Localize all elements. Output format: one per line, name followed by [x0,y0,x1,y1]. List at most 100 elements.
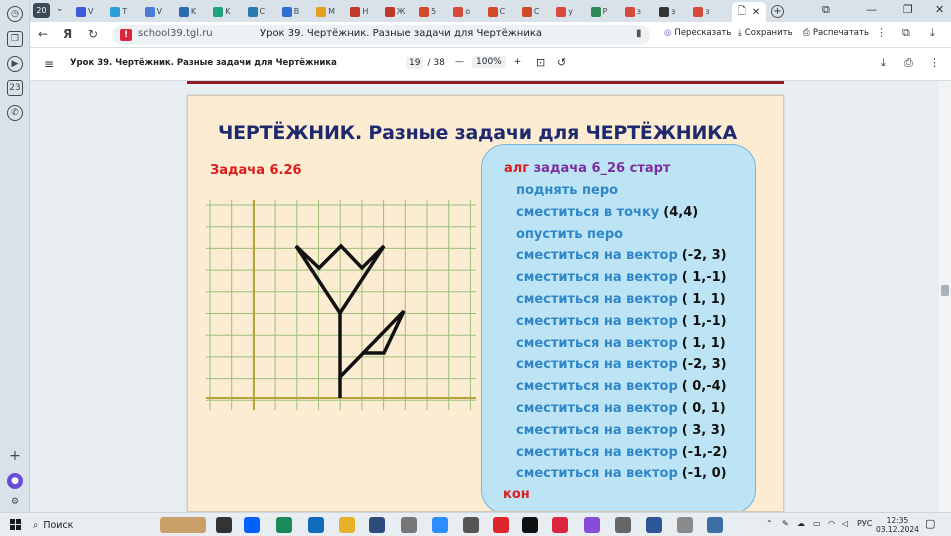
browser-tab[interactable]: B [281,4,299,19]
file-explorer-icon[interactable] [339,517,355,533]
more-icon[interactable]: ⋮ [876,26,887,39]
tray-volume-icon[interactable]: ◁ [842,519,848,528]
tray-battery-icon[interactable]: ▭ [813,519,821,528]
tray-cloud-icon[interactable]: ☁ [797,519,805,528]
code-footer: кон [503,487,530,502]
tab-label: 5 [431,7,437,16]
usb-icon[interactable] [401,517,417,533]
fit-page-icon[interactable]: ⊡ [536,56,545,69]
browser-tab[interactable]: M [316,4,335,19]
new-tab-button[interactable]: + [771,5,784,18]
code-command: сместиться на вектор [516,379,678,395]
download-manager-icon[interactable]: ⤓ [930,26,935,40]
zoom-icon[interactable] [432,517,448,533]
back-arrow-icon[interactable]: ← [38,27,48,41]
browser-tab[interactable]: С [487,4,505,19]
menu-icon[interactable]: ≡ [44,57,54,71]
dropbox-icon[interactable] [244,517,260,533]
scroll-thumb[interactable] [941,285,949,296]
alice-assistant-icon[interactable]: ● [7,473,23,489]
pdf-download-icon[interactable]: ⤓ [881,56,886,70]
window-tabs-icon[interactable]: ⧉ [822,3,830,17]
save-button[interactable]: ⤓ Сохранить [738,28,793,38]
close-tab-icon[interactable]: ✕ [752,7,760,18]
app-k-icon[interactable] [522,517,538,533]
reload-icon[interactable]: ↻ [88,27,98,41]
browser-tab[interactable]: з [624,4,641,19]
clock-app-icon[interactable] [463,517,479,533]
pdf-print-icon[interactable]: ⎙ [904,56,913,70]
browser-tab[interactable]: Ж [384,4,405,19]
zoom-value[interactable]: 100% [472,56,506,68]
warning-icon[interactable]: ! [120,29,132,41]
page-number-input[interactable]: 19 [406,57,424,69]
add-icon[interactable]: + [7,448,23,464]
browser-tab[interactable]: о [453,4,470,19]
whatsapp-icon[interactable]: ✆ [7,105,23,121]
history-icon[interactable]: ◷ [7,6,23,22]
tab-count-badge[interactable]: 20 [33,3,50,18]
tab-label: о [465,7,471,16]
tray-pen-icon[interactable]: ✎ [782,519,789,528]
yandex-icon[interactable]: Я [63,27,72,41]
restore-icon[interactable]: ❐ [903,3,913,16]
calendar-icon[interactable]: 23 [7,80,23,96]
scrollbar[interactable] [939,81,951,512]
code-command: поднять перо [516,183,619,198]
browser-tab[interactable]: H [350,4,368,19]
bookmark-icon[interactable]: ▮ [636,28,642,39]
code-command: сместиться на вектор [516,422,678,438]
windows-start-icon[interactable] [10,519,21,530]
taskbar-widget-image[interactable] [160,517,206,533]
browser-tab[interactable]: С [521,4,539,19]
taskbar-search[interactable]: ⌕ Поиск [33,516,157,534]
outlook-icon[interactable] [308,517,324,533]
language-indicator[interactable]: РУС [857,519,872,528]
tray-chevron-icon[interactable]: ⌃ [766,519,773,528]
close-window-icon[interactable]: ✕ [935,3,944,16]
code-command: сместиться на вектор [516,270,678,286]
app-blue-icon[interactable] [707,517,723,533]
notifications-icon[interactable]: ▢ [925,517,935,530]
yandex-browser-icon[interactable] [493,517,509,533]
browser-tab[interactable]: Р [590,4,607,19]
zoom-in-icon[interactable]: + [514,57,522,67]
tray-wifi-icon[interactable]: ◠ [828,519,835,528]
print-button[interactable]: ⎙ Распечатать [803,28,869,38]
media-play-icon[interactable]: ▶ [7,56,23,72]
app-b-icon[interactable] [369,517,385,533]
edge-icon[interactable] [276,517,292,533]
browser-tab[interactable]: 5 [419,4,436,19]
zoom-out-icon[interactable]: — [455,57,464,67]
browser-tab[interactable]: з [693,4,710,19]
pdf-more-icon[interactable]: ⋮ [929,56,940,69]
messenger-icon[interactable] [584,517,600,533]
settings-icon[interactable]: ⚙ [7,494,23,510]
chevron-down-icon[interactable]: ⌄ [56,4,64,14]
app-e-icon[interactable] [552,517,568,533]
page-indicator: 19 / 38 [406,57,445,69]
calculator-icon[interactable] [615,517,631,533]
browser-tab[interactable]: з [659,4,675,19]
browser-tab[interactable]: K [178,4,196,19]
minimize-icon[interactable]: — [866,3,877,16]
code-argument: ( 1, 1) [681,335,726,351]
browser-tab[interactable]: K [213,4,230,19]
browser-tab[interactable]: T [110,4,127,19]
browser-tab[interactable]: V [144,4,162,19]
tab-active[interactable]: 🗋 ✕ [732,2,766,22]
browser-tab[interactable]: у [556,4,573,19]
code-line: сместиться на вектор( 0, 1) [516,400,726,417]
rotate-icon[interactable]: ↺ [557,56,566,69]
pen-tool-icon[interactable] [677,517,693,533]
extensions-icon[interactable]: ⧉ [902,26,910,40]
tab-label: з [705,7,710,16]
browser-tab[interactable]: C [247,4,265,19]
task-view-icon[interactable] [216,517,232,533]
browser-tab[interactable]: V [76,4,93,19]
word-icon[interactable] [646,517,662,533]
url-box[interactable]: ! school39.tgl.ru Урок 39. Чертёжник. Ра… [112,25,650,45]
collections-icon[interactable]: ❐ [7,31,23,47]
clock[interactable]: 12:35 03.12.2024 [876,516,919,534]
retell-button[interactable]: ◎ Пересказать [664,28,731,38]
